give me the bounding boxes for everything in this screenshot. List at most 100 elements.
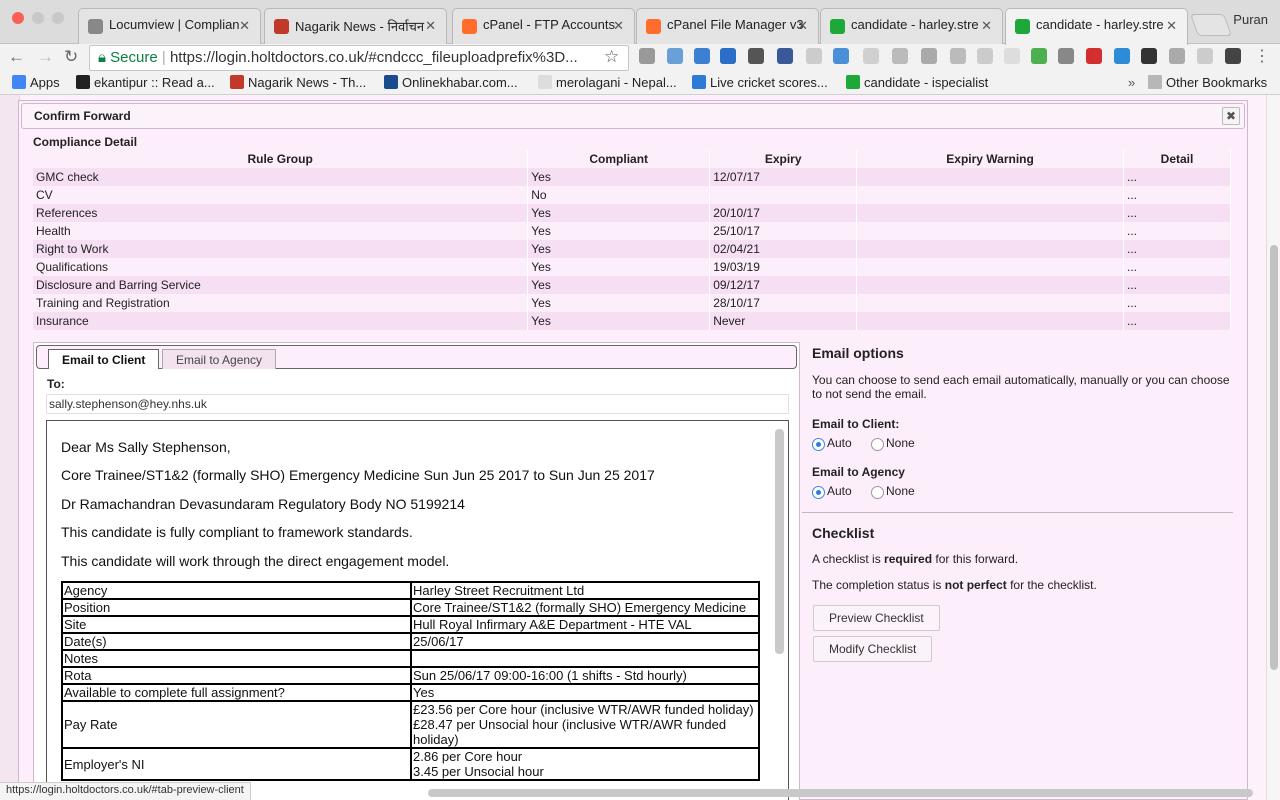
table-row: Position Core Trainee/ST1&2 (formally SHO… [61, 598, 760, 617]
extension-icon[interactable] [777, 48, 793, 64]
table-cell: Right to Work [33, 240, 529, 258]
extension-icon[interactable] [806, 48, 822, 64]
to-email-field[interactable]: sally.stephenson@hey.nhs.uk [46, 394, 789, 414]
bookmark-item[interactable]: merolagani - Nepal... [538, 75, 677, 90]
bookmark-item[interactable]: Live cricket scores... [692, 75, 828, 90]
url-text: https://login.holtdoctors.co.uk/#cndccc_… [169, 49, 578, 66]
extension-icon[interactable] [1086, 48, 1102, 64]
close-window-icon[interactable] [12, 12, 24, 24]
detail-link[interactable]: ... [1123, 186, 1231, 204]
client-none-radio[interactable] [871, 438, 884, 451]
address-bar[interactable]: 🔒︎ Secure | https://login.holtdoctors.co… [89, 45, 629, 71]
detail-link[interactable]: ... [1123, 312, 1231, 330]
bookmark-item[interactable]: Apps [12, 75, 60, 90]
close-tab-icon[interactable]: ✕ [239, 18, 250, 34]
extension-icon[interactable] [921, 48, 937, 64]
table-cell: 28/10/17 [709, 294, 858, 312]
detail-link[interactable]: ... [1123, 240, 1231, 258]
tab-email-to-agency[interactable]: Email to Agency [162, 349, 277, 369]
menu-dots-icon[interactable]: ⋮ [1254, 48, 1270, 66]
reload-icon[interactable]: ↻ [64, 48, 78, 66]
bookmarks-overflow-icon[interactable]: » [1128, 75, 1135, 90]
extension-icon[interactable] [950, 48, 966, 64]
new-tab-button[interactable] [1189, 14, 1233, 36]
close-tab-icon[interactable]: ✕ [1166, 18, 1177, 34]
extension-icon[interactable] [1004, 48, 1020, 64]
extension-icon[interactable] [748, 48, 764, 64]
download-icon[interactable] [1031, 48, 1047, 64]
table-cell: 19/03/19 [709, 258, 858, 276]
extension-h-icon[interactable] [639, 48, 655, 64]
close-tab-icon[interactable]: ✕ [425, 18, 436, 34]
email-to-agency-label: Email to Agency [812, 465, 905, 479]
agency-none-label[interactable]: None [886, 484, 915, 498]
minimize-window-icon[interactable] [32, 12, 44, 24]
forward-arrow-icon[interactable]: → [37, 48, 54, 66]
to-label: To: [47, 377, 65, 391]
preview-scrollbar[interactable] [775, 429, 784, 654]
agency-auto-label[interactable]: Auto [827, 484, 852, 498]
table-cell: CV [33, 186, 529, 204]
checklist-required-text: A checklist is required for this forward… [812, 552, 1019, 566]
client-auto-label[interactable]: Auto [827, 436, 852, 450]
extension-icon[interactable] [1225, 48, 1241, 64]
extension-icon[interactable] [1169, 48, 1185, 64]
bookmark-item[interactable]: candidate - ispecialist [846, 75, 988, 90]
detail-link[interactable]: ... [1123, 258, 1231, 276]
extension-icon[interactable] [892, 48, 908, 64]
table-cell: Yes [527, 204, 711, 222]
extension-icon[interactable] [1114, 48, 1130, 64]
browser-tab[interactable]: Locumview | Complian ✕ [78, 8, 261, 44]
detail-link[interactable]: ... [1123, 168, 1231, 186]
bookmark-item[interactable]: Onlinekhabar.com... [384, 75, 518, 90]
close-tab-icon[interactable]: ✕ [981, 18, 992, 34]
horizontal-scrollbar[interactable] [428, 789, 1253, 797]
bookmark-label: Onlinekhabar.com... [402, 75, 518, 90]
extension-icon[interactable] [1141, 48, 1157, 64]
table-cell: Disclosure and Barring Service [33, 276, 529, 294]
nagarik-icon [230, 75, 244, 89]
email-preview[interactable]: Dear Ms Sally Stephenson, Core Trainee/S… [46, 420, 789, 800]
detail-link[interactable]: ... [1123, 222, 1231, 240]
bookmark-item[interactable]: Nagarik News - Th... [230, 75, 366, 90]
client-auto-radio[interactable] [812, 438, 825, 451]
agency-auto-radio[interactable] [812, 486, 825, 499]
maximize-window-icon[interactable] [52, 12, 64, 24]
bookmark-item[interactable]: ekantipur :: Read a... [76, 75, 215, 90]
page-scrollbar[interactable] [1266, 95, 1280, 800]
page-scrollbar-thumb[interactable] [1270, 245, 1278, 670]
extension-icon[interactable] [1197, 48, 1213, 64]
table-cell: Yes [527, 312, 711, 330]
browser-tab[interactable]: cPanel File Manager v3 ✕ [636, 8, 819, 44]
detail-link[interactable]: ... [1123, 294, 1231, 312]
bookmark-star-icon[interactable]: ☆ [604, 47, 619, 67]
extension-icon[interactable] [977, 48, 993, 64]
other-bookmarks[interactable]: Other Bookmarks [1148, 75, 1267, 90]
browser-tab[interactable]: candidate - harley.stre ✕ [820, 8, 1003, 44]
detail-link[interactable]: ... [1123, 204, 1231, 222]
browser-tab[interactable]: candidate - harley.stre ✕ [1005, 8, 1188, 45]
table-cell: Yes [527, 240, 711, 258]
extension-new-icon[interactable] [833, 48, 849, 64]
close-icon[interactable]: ✖ [1222, 107, 1240, 125]
agency-none-radio[interactable] [871, 486, 884, 499]
tab-email-to-client[interactable]: Email to Client [48, 349, 160, 369]
detail-link[interactable]: ... [1123, 276, 1231, 294]
browser-tab[interactable]: Nagarik News - निर्वाचन ✕ [264, 8, 447, 44]
extension-icon[interactable] [863, 48, 879, 64]
back-arrow-icon[interactable]: ← [8, 48, 25, 66]
close-tab-icon[interactable]: ✕ [797, 18, 808, 34]
divider [802, 512, 1233, 513]
modify-checklist-button[interactable]: Modify Checklist [813, 636, 933, 662]
profile-name[interactable]: Puran [1233, 12, 1268, 27]
extension-icon[interactable] [720, 48, 736, 64]
email-engagement-line: This candidate will work through the dir… [61, 553, 450, 569]
client-none-label[interactable]: None [886, 436, 915, 450]
extension-icon[interactable] [667, 48, 683, 64]
browser-tab-title: candidate - harley.stre [851, 17, 979, 32]
preview-checklist-button[interactable]: Preview Checklist [813, 605, 940, 631]
extension-icon[interactable] [1058, 48, 1074, 64]
close-tab-icon[interactable]: ✕ [613, 18, 624, 34]
extension-icon[interactable] [694, 48, 710, 64]
browser-tab[interactable]: cPanel - FTP Accounts ✕ [452, 8, 635, 44]
